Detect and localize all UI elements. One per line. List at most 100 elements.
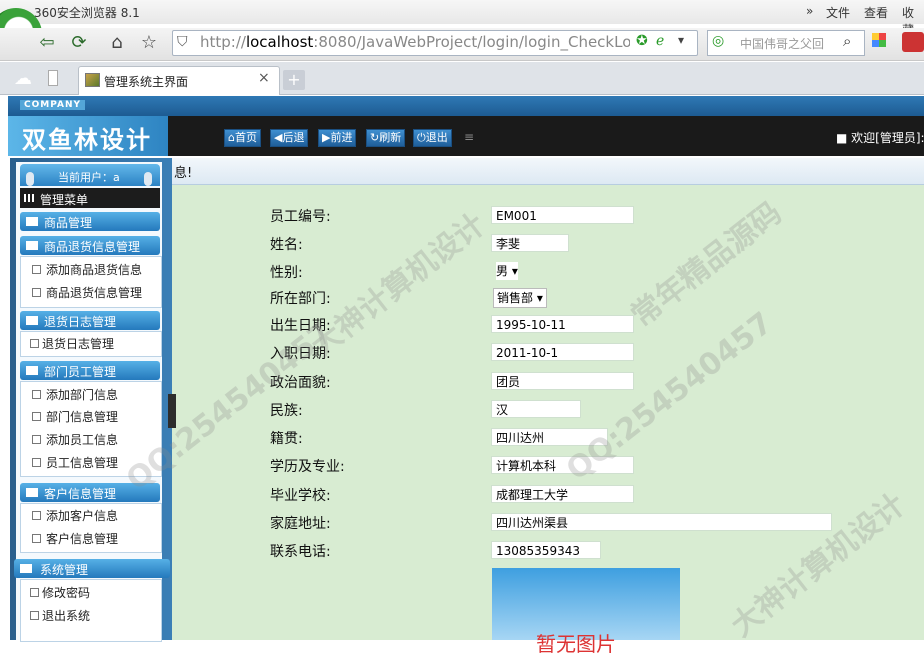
label-ethnicity: 民族: <box>270 403 303 419</box>
tab-close-icon[interactable]: × <box>258 70 270 86</box>
department-select[interactable]: 销售部 ▾ <box>493 288 547 308</box>
chevron-down-icon[interactable]: ▾ <box>678 33 684 47</box>
menu-more-icon[interactable]: » <box>806 4 813 18</box>
label-political-status: 政治面貌: <box>270 375 331 391</box>
sidebar-item-add-dept[interactable]: 添加部门信息 <box>46 386 118 403</box>
group-customers-label[interactable]: 客户信息管理 <box>44 485 116 502</box>
refresh-button[interactable]: ↻刷新 <box>366 129 406 147</box>
search-input[interactable]: 中国伟哥之父回 <box>740 35 838 52</box>
label-department: 所在部门: <box>270 291 331 307</box>
sidebar-item-customer-manage[interactable]: 客户信息管理 <box>46 530 118 547</box>
sidebar-item-add-customer[interactable]: 添加客户信息 <box>46 507 118 524</box>
search-engine-icon[interactable]: ◎ <box>712 33 724 49</box>
item-icon <box>32 534 41 543</box>
sidebar-item-logout[interactable]: 退出系统 <box>42 607 90 624</box>
label-school: 毕业学校: <box>270 488 331 504</box>
sidebar-item-return-log[interactable]: 退货日志管理 <box>42 335 114 352</box>
home-button[interactable]: ⌂首页 <box>224 129 261 147</box>
logo-text: 双鱼林设计 <box>22 126 152 154</box>
sidebar-item-add-return[interactable]: 添加商品退货信息 <box>46 261 142 278</box>
menu-view[interactable]: 查看 <box>864 4 888 21</box>
sidebar-collapse-handle[interactable] <box>168 394 176 428</box>
back-icon[interactable]: ⇦ <box>34 30 60 56</box>
compat-mode-icon[interactable]: ℯ <box>656 33 664 49</box>
group-returns-label[interactable]: 商品退货信息管理 <box>44 238 140 255</box>
label-home-address: 家庭地址: <box>270 516 331 532</box>
accelerate-icon[interactable]: ✪ <box>636 33 648 49</box>
item-icon <box>30 339 39 348</box>
group-icon <box>20 564 32 573</box>
item-icon <box>30 611 39 620</box>
gender-select[interactable]: 男 ▾ <box>496 262 518 280</box>
pin-left-icon <box>26 172 34 186</box>
label-join-date: 入职日期: <box>270 346 331 362</box>
current-user-label: 当前用户：a <box>58 171 120 184</box>
label-native-place: 籍贯: <box>270 431 303 447</box>
apps-grid-icon[interactable] <box>872 33 886 47</box>
pin-right-icon <box>144 172 152 186</box>
staff-id-field[interactable]: EM001 <box>491 206 634 224</box>
item-icon <box>32 288 41 297</box>
label-gender: 性别: <box>270 265 303 281</box>
tab-favicon-icon <box>85 73 100 87</box>
group-icon <box>26 366 38 375</box>
group-system-label[interactable]: 系统管理 <box>40 561 88 578</box>
refresh-icon[interactable]: ⟳ <box>66 30 92 56</box>
logout-button[interactable]: ⏻退出 <box>413 129 452 147</box>
label-education: 学历及专业: <box>270 459 345 475</box>
home-address-field[interactable]: 四川达州渠县 <box>491 513 832 531</box>
group-return-log-label[interactable]: 退货日志管理 <box>44 313 116 330</box>
content-title: 息! <box>174 166 193 181</box>
group-goods-label[interactable]: 商品管理 <box>44 214 92 231</box>
address-text[interactable]: http://localhost:8080/JavaWebProject/log… <box>200 33 630 51</box>
sidebar-item-add-staff[interactable]: 添加员工信息 <box>46 431 118 448</box>
political-status-field[interactable]: 团员 <box>491 372 634 390</box>
native-place-field[interactable]: 四川达州 <box>491 428 608 446</box>
sidebar-item-return-manage[interactable]: 商品退货信息管理 <box>46 284 142 301</box>
name-field[interactable]: 李斐 <box>491 234 569 252</box>
photo-caption: 暂无图片 <box>536 632 616 656</box>
browser-title: 360安全浏览器 8.1 <box>34 6 140 20</box>
menu-lines-icon: ≡ <box>464 130 475 144</box>
cloud-icon[interactable]: ☁ <box>14 68 32 89</box>
item-icon <box>32 265 41 274</box>
group-dept-staff-label[interactable]: 部门员工管理 <box>44 363 116 380</box>
sidebar-item-staff-manage[interactable]: 员工信息管理 <box>46 454 118 471</box>
sidebar-item-dept-manage[interactable]: 部门信息管理 <box>46 408 118 425</box>
label-phone: 联系电话: <box>270 544 331 560</box>
favorite-star-icon[interactable]: ☆ <box>136 30 162 56</box>
group-icon <box>26 316 38 325</box>
join-date-field[interactable]: 2011-10-1 <box>491 343 634 361</box>
header-stripe <box>8 96 924 116</box>
forward-button[interactable]: ▶前进 <box>318 129 357 147</box>
security-shield-icon: ⛉ <box>177 34 188 50</box>
new-tab-button[interactable]: + <box>283 70 305 90</box>
label-staff-id: 员工编号: <box>270 209 331 225</box>
company-label: COMPANY <box>20 100 85 110</box>
item-icon <box>30 588 39 597</box>
phone-field[interactable]: 13085359343 <box>491 541 601 559</box>
group-icon <box>26 217 38 226</box>
menu-file[interactable]: 文件 <box>826 4 850 21</box>
back-button[interactable]: ◀后退 <box>270 129 309 147</box>
label-name: 姓名: <box>270 237 303 253</box>
group-icon <box>26 488 38 497</box>
item-icon <box>32 511 41 520</box>
page-icon[interactable] <box>48 70 58 86</box>
item-icon <box>32 412 41 421</box>
tab-label[interactable]: 管理系统主界面 <box>104 73 188 90</box>
welcome-text: ■ 欢迎[管理员]: <box>836 131 924 145</box>
sidebar-item-change-password[interactable]: 修改密码 <box>42 584 90 601</box>
search-icon[interactable]: ⌕ <box>843 32 851 50</box>
group-icon <box>26 241 38 250</box>
content-title-bar <box>172 158 924 185</box>
home-icon[interactable]: ⌂ <box>104 30 130 56</box>
group-system[interactable] <box>14 559 170 578</box>
birth-date-field[interactable]: 1995-10-11 <box>491 315 634 333</box>
label-birth-date: 出生日期: <box>270 318 331 334</box>
education-field[interactable]: 计算机本科 <box>491 456 634 474</box>
ethnicity-field[interactable]: 汉 <box>491 400 581 418</box>
user-account-icon[interactable] <box>902 32 924 52</box>
menu-grid-icon <box>24 194 36 202</box>
school-field[interactable]: 成都理工大学 <box>491 485 634 503</box>
